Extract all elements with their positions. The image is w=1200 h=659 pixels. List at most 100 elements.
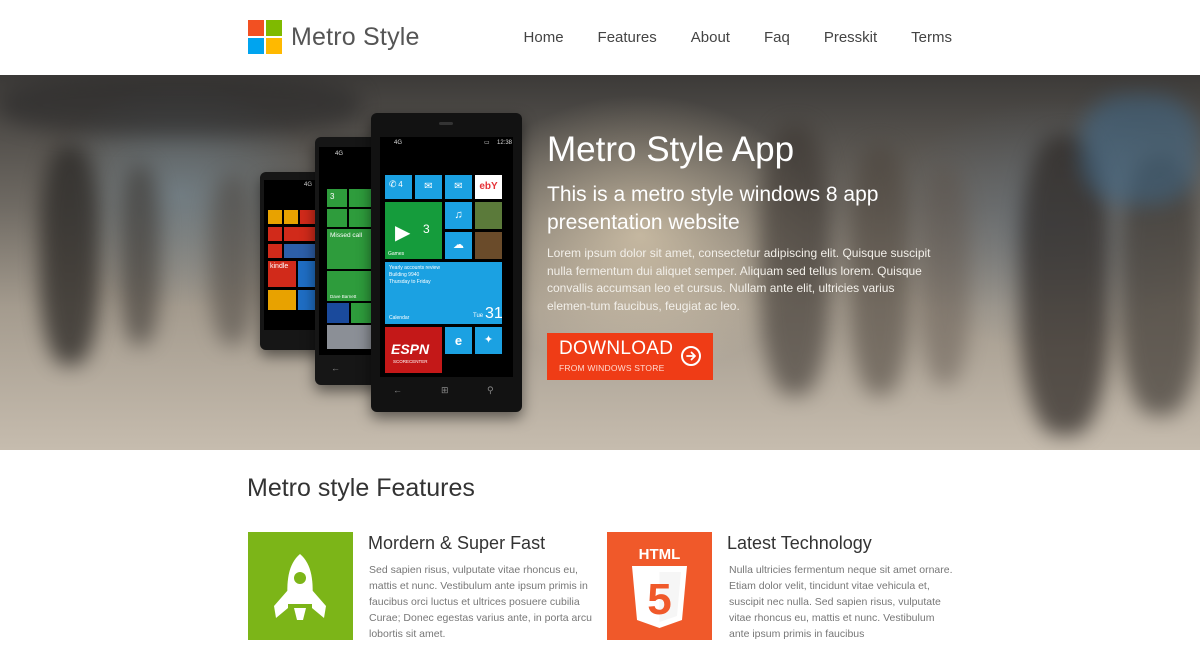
phone-icon: ✆	[389, 179, 397, 189]
feature-description: Sed sapien risus, vulputate vitae rhoncu…	[369, 564, 592, 640]
clock: 12:38	[497, 140, 513, 146]
nav-presskit[interactable]: Presskit	[824, 29, 877, 46]
nav-features[interactable]: Features	[598, 29, 657, 46]
feature-description: Nulla ultricies fermentum neque sit amet…	[729, 564, 953, 640]
calendar-event: Yearly accounts review	[389, 265, 440, 271]
phone-count: 4	[398, 180, 403, 189]
logo-square-green	[266, 20, 282, 36]
feature-heading: Mordern & Super Fast	[368, 533, 546, 553]
music-tile: ♫	[445, 202, 472, 229]
tile	[327, 303, 349, 323]
logo-square-red	[248, 20, 264, 36]
caller-tile: Dave Barnett	[327, 271, 373, 301]
headphones-icon: ♫	[454, 209, 463, 221]
caller-name: Dave Barnett	[330, 294, 357, 299]
html5-label: HTML	[639, 546, 681, 563]
back-icon: ←	[393, 385, 402, 395]
main-nav: Home Features About Faq Presskit Terms	[490, 29, 952, 46]
tile	[327, 209, 347, 227]
signal-indicator: 4G	[394, 140, 403, 146]
windows-logo-icon	[248, 20, 282, 54]
calendar-time: Thursday to Friday	[389, 279, 431, 285]
xbox-label: Games	[388, 251, 405, 257]
calendar-location: Building 9940	[389, 272, 420, 278]
site-header: Metro Style Home Features About Faq Pres…	[0, 0, 1200, 75]
battery-icon: ▭	[484, 140, 490, 146]
logo-square-blue	[248, 38, 264, 54]
internet-explorer-icon: e	[454, 333, 463, 348]
phone-tile: ✆ 4	[385, 175, 412, 199]
phone-main: 4G ▭ 12:38 ✆ 4 ✉ ✉ ebY ▶ 3 Games ♫ ☁ Yea…	[371, 113, 522, 412]
tile	[284, 210, 298, 224]
xbox-count: 3	[423, 222, 430, 236]
windows-icon: ⊞	[441, 385, 449, 395]
tile	[268, 290, 296, 310]
game-tile-2	[475, 232, 502, 259]
phone-main-screen: 4G ▭ 12:38 ✆ 4 ✉ ✉ ebY ▶ 3 Games ♫ ☁ Yea…	[380, 137, 513, 377]
nav-home[interactable]: Home	[524, 29, 564, 46]
signal-indicator: 4G	[335, 151, 344, 157]
mail-icon: ✉	[454, 181, 463, 192]
twitter-bird-icon: ✦	[483, 334, 494, 346]
download-button[interactable]: DOWNLOAD FROM WINDOWS STORE	[547, 333, 713, 380]
html5-number: 5	[647, 575, 671, 624]
weather-tile: ☁	[445, 232, 472, 259]
tile	[300, 210, 316, 224]
game-tile	[475, 202, 502, 229]
ie-tile: e	[445, 327, 472, 354]
signal-indicator: 4G	[304, 182, 313, 188]
espn-sublabel: SCORECENTER	[393, 359, 428, 364]
photo-tile	[327, 325, 373, 349]
calendar-date: 31	[485, 305, 503, 322]
hero-title: Metro Style App	[547, 130, 795, 169]
messaging-tile: ✉	[415, 175, 442, 199]
calendar-tile: Yearly accounts review Building 9940 Thu…	[385, 262, 503, 324]
tile	[298, 261, 316, 287]
phone-count: 3	[330, 192, 335, 201]
download-label: DOWNLOAD	[559, 338, 674, 359]
hero-subtitle: This is a metro style windows 8 app pres…	[547, 183, 879, 234]
rocket-icon	[248, 532, 353, 640]
nav-about[interactable]: About	[691, 29, 730, 46]
back-icon: ←	[331, 363, 340, 373]
xbox-tile: ▶ 3 Games	[385, 202, 442, 259]
tile	[268, 244, 282, 258]
logo-square-yellow	[266, 38, 282, 54]
phone-tile: 3	[327, 189, 347, 207]
download-sublabel: FROM WINDOWS STORE	[559, 363, 665, 373]
hero-description: Lorem ipsum dolor sit amet, consectetur …	[547, 246, 931, 313]
calendar-label: Calendar	[389, 315, 410, 321]
features-title: Metro style Features	[247, 474, 475, 502]
kindle-tile: kindle	[268, 261, 296, 287]
brand-name: Metro Style	[291, 22, 420, 51]
tile	[351, 303, 373, 323]
missed-call-label: Missed call	[330, 232, 363, 239]
message-icon: ✉	[424, 181, 433, 192]
nav-terms[interactable]: Terms	[911, 29, 952, 46]
ebay-label: ebY	[479, 181, 498, 192]
twitter-tile: ✦	[475, 327, 502, 354]
html5-icon: HTML 5	[607, 532, 712, 640]
espn-tile: ESPN SCORECENTER	[385, 327, 442, 373]
brand-logo[interactable]: Metro Style	[248, 20, 420, 54]
search-icon: ⚲	[487, 385, 494, 395]
ebay-tile: ebY	[475, 175, 502, 199]
tile	[284, 244, 316, 258]
tile	[268, 210, 282, 224]
espn-label: ESPN	[391, 341, 430, 357]
tile	[349, 209, 373, 227]
arrow-right-icon	[681, 346, 701, 366]
mail-tile: ✉	[445, 175, 472, 199]
nav-faq[interactable]: Faq	[764, 29, 790, 46]
calendar-day: Tue	[473, 313, 484, 319]
tile	[298, 290, 316, 310]
cloud-icon: ☁	[453, 239, 464, 251]
hero-section: 4G kindle 4G 3 Missed call Dave Barnett …	[0, 75, 1200, 450]
feature-heading: Latest Technology	[727, 533, 872, 553]
tile	[268, 227, 282, 241]
tile	[284, 227, 316, 241]
gamepad-icon: ▶	[395, 222, 411, 244]
missed-call-tile: Missed call	[327, 229, 373, 269]
kindle-label: kindle	[270, 263, 289, 270]
tile	[349, 189, 373, 207]
